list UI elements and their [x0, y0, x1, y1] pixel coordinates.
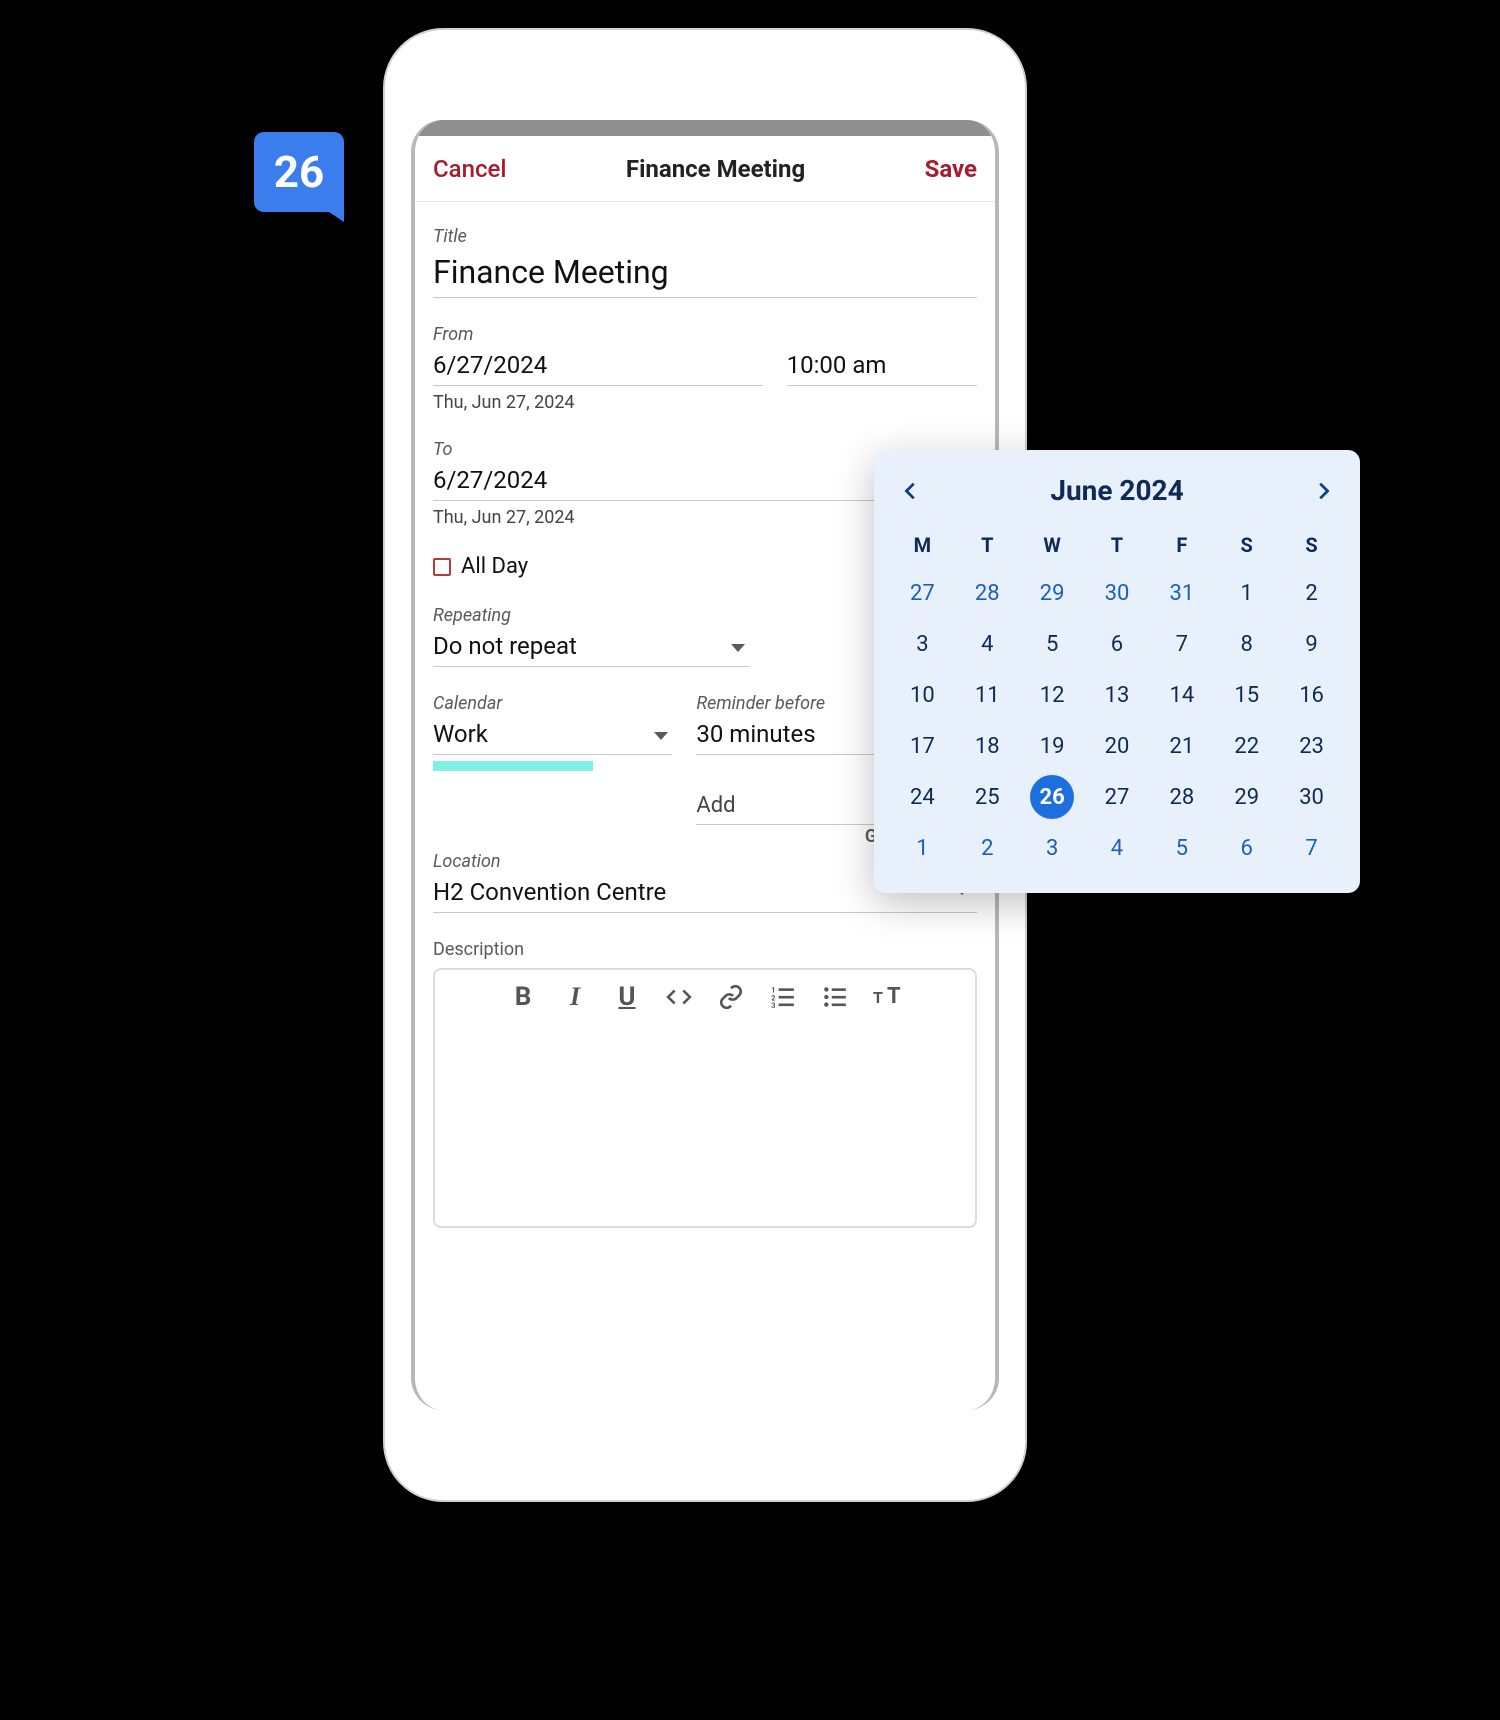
ordered-list-button[interactable]: 123 — [768, 982, 798, 1012]
status-bar — [415, 120, 995, 136]
date-cell[interactable]: 27 — [1085, 775, 1150, 820]
date-cell[interactable]: 14 — [1149, 673, 1214, 718]
location-text: H2 Convention Centre — [433, 878, 666, 906]
page-title: Finance Meeting — [626, 155, 805, 183]
date-cell[interactable]: 4 — [1085, 826, 1150, 871]
bold-button[interactable]: B — [508, 982, 538, 1012]
date-cell[interactable]: 5 — [1149, 826, 1214, 871]
weekday-header: F — [1149, 525, 1214, 565]
date-cell[interactable]: 11 — [955, 673, 1020, 718]
date-cell[interactable]: 28 — [955, 571, 1020, 616]
weekday-header: T — [1085, 525, 1150, 565]
code-button[interactable] — [664, 982, 694, 1012]
date-cell[interactable]: 17 — [890, 724, 955, 769]
date-cell[interactable]: 26 — [1030, 775, 1074, 819]
calendar-app-badge: 26 — [254, 132, 344, 212]
calendar-color-swatch — [433, 761, 593, 771]
italic-button[interactable]: I — [560, 982, 590, 1012]
date-cell[interactable]: 29 — [1020, 571, 1085, 616]
weekday-header: S — [1214, 525, 1279, 565]
svg-text:3: 3 — [771, 1001, 775, 1010]
cancel-button[interactable]: Cancel — [433, 155, 506, 183]
weekday-header: T — [955, 525, 1020, 565]
date-cell[interactable]: 22 — [1214, 724, 1279, 769]
date-cell[interactable]: 6 — [1214, 826, 1279, 871]
chevron-down-icon — [731, 644, 745, 652]
date-cell[interactable]: 18 — [955, 724, 1020, 769]
date-cell[interactable]: 1 — [1214, 571, 1279, 616]
calendar-select[interactable]: Work — [433, 716, 672, 755]
title-label: Title — [433, 226, 977, 247]
date-cell[interactable]: 23 — [1279, 724, 1344, 769]
date-grid: MTWTFSS272829303112345678910111213141516… — [890, 525, 1344, 871]
link-button[interactable] — [716, 982, 746, 1012]
date-cell[interactable]: 21 — [1149, 724, 1214, 769]
underline-button[interactable]: U — [612, 982, 642, 1012]
unordered-list-button[interactable] — [820, 982, 850, 1012]
date-cell[interactable]: 13 — [1085, 673, 1150, 718]
date-cell[interactable]: 4 — [955, 622, 1020, 667]
date-cell[interactable]: 30 — [1085, 571, 1150, 616]
calendar-label: Calendar — [433, 693, 672, 714]
checkbox-icon — [433, 558, 451, 576]
date-cell[interactable]: 24 — [890, 775, 955, 820]
from-time-input[interactable]: 10:00 am — [787, 347, 977, 386]
date-cell[interactable]: 2 — [1279, 571, 1344, 616]
date-cell[interactable]: 31 — [1149, 571, 1214, 616]
date-cell[interactable]: 2 — [955, 826, 1020, 871]
chevron-down-icon — [654, 732, 668, 740]
date-cell[interactable]: 27 — [890, 571, 955, 616]
date-cell[interactable]: 10 — [890, 673, 955, 718]
from-date-input[interactable]: 6/27/2024 — [433, 347, 763, 386]
date-cell[interactable]: 7 — [1279, 826, 1344, 871]
date-cell[interactable]: 29 — [1214, 775, 1279, 820]
date-cell[interactable]: 5 — [1020, 622, 1085, 667]
event-header: Cancel Finance Meeting Save — [415, 136, 995, 202]
month-label: June 2024 — [1050, 474, 1183, 507]
date-cell[interactable]: 9 — [1279, 622, 1344, 667]
repeating-select[interactable]: Do not repeat — [433, 628, 749, 667]
prev-month-button[interactable] — [900, 480, 922, 502]
badge-day: 26 — [274, 146, 325, 198]
date-cell[interactable]: 3 — [890, 622, 955, 667]
date-cell[interactable]: 8 — [1214, 622, 1279, 667]
date-cell[interactable]: 25 — [955, 775, 1020, 820]
date-cell[interactable]: 1 — [890, 826, 955, 871]
date-cell[interactable]: 3 — [1020, 826, 1085, 871]
date-cell[interactable]: 16 — [1279, 673, 1344, 718]
date-cell[interactable]: 30 — [1279, 775, 1344, 820]
date-cell[interactable]: 15 — [1214, 673, 1279, 718]
date-picker-popover: June 2024 MTWTFSS27282930311234567891011… — [874, 450, 1360, 893]
weekday-header: W — [1020, 525, 1085, 565]
all-day-label: All Day — [461, 554, 528, 579]
date-cell[interactable]: 7 — [1149, 622, 1214, 667]
date-cell[interactable]: 12 — [1020, 673, 1085, 718]
date-cell[interactable]: 20 — [1085, 724, 1150, 769]
date-cell[interactable]: 6 — [1085, 622, 1150, 667]
date-cell[interactable]: 19 — [1020, 724, 1085, 769]
date-cell[interactable]: 28 — [1149, 775, 1214, 820]
weekday-header: S — [1279, 525, 1344, 565]
next-month-button[interactable] — [1312, 480, 1334, 502]
save-button[interactable]: Save — [925, 155, 977, 183]
weekday-header: M — [890, 525, 955, 565]
add-placeholder: Add — [696, 793, 735, 818]
